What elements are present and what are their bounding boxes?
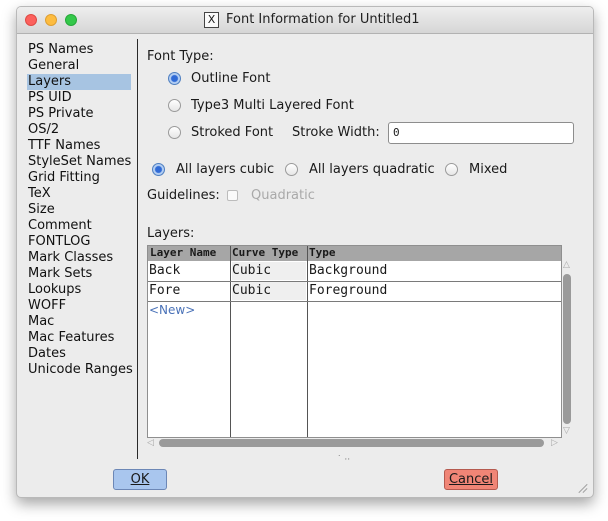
all-layers-cubic-label[interactable]: All layers cubic [176,162,274,177]
mixed-radio[interactable] [445,163,458,176]
sidebar-item-comment[interactable]: Comment [27,218,131,234]
sidebar-item-mark-sets[interactable]: Mark Sets [27,266,131,282]
sidebar-item-os2[interactable]: OS/2 [27,122,131,138]
sidebar-item-lookups[interactable]: Lookups [27,282,131,298]
all-layers-quadratic-radio[interactable] [285,163,298,176]
sidebar-item-styleset-names[interactable]: StyleSet Names [27,154,131,170]
layers-table-header: Layer Name Curve Type Type [148,246,561,261]
layer-name-cell[interactable]: Fore [149,282,180,300]
curve-type-cell[interactable]: Cubic [232,262,306,280]
layer-type-cell[interactable]: Foreground [309,282,387,300]
stroke-width-input[interactable]: 0 [388,122,574,144]
sidebar-item-unicode-ranges[interactable]: Unicode Ranges [27,362,133,378]
curve-type-cell[interactable]: Cubic [232,282,306,300]
vertical-scroll-thumb[interactable] [563,274,571,424]
guidelines-label: Guidelines: [147,188,220,203]
sidebar-item-ps-private[interactable]: PS Private [27,106,131,122]
close-window-button[interactable] [25,14,37,26]
layers-horizontal-scrollbar[interactable]: ◁ ▷ [147,437,560,449]
horizontal-scroll-thumb[interactable] [159,439,544,447]
layers-table: Layer Name Curve Type Type Back Cubic Ba… [147,245,562,438]
stroked-font-label[interactable]: Stroked Font [191,125,273,140]
sidebar-item-dates[interactable]: Dates [27,346,131,362]
sidebar-item-mac-features[interactable]: Mac Features [27,330,131,346]
outline-font-label[interactable]: Outline Font [191,71,270,86]
resize-dots: ˙ ·· [337,455,351,465]
scroll-left-arrow-icon[interactable]: ◁ [147,438,154,448]
resize-grip-icon[interactable] [577,482,589,494]
sidebar-item-fontlog[interactable]: FONTLOG [27,234,131,250]
guidelines-quadratic-checkbox[interactable] [227,190,238,201]
zoom-window-button[interactable] [65,14,77,26]
column-divider [230,246,231,437]
ok-button[interactable]: OK [113,469,167,490]
stroke-width-label: Stroke Width: [292,125,380,140]
layers-label: Layers: [147,226,195,241]
x11-app-icon: X [204,12,219,28]
sidebar-item-layers[interactable]: Layers [27,74,131,90]
layers-vertical-scrollbar[interactable]: △ ▽ [560,260,574,436]
sidebar-item-tex[interactable]: TeX [27,186,131,202]
title-bar: X Font Information for Untitled1 [17,7,593,34]
layer-type-cell[interactable]: Background [309,262,387,280]
type3-font-label[interactable]: Type3 Multi Layered Font [191,98,354,113]
new-layer-link[interactable]: <New> [149,303,195,317]
sidebar-item-mac[interactable]: Mac [27,314,131,330]
sidebar-item-woff[interactable]: WOFF [27,298,131,314]
all-layers-quadratic-label[interactable]: All layers quadratic [309,162,435,177]
outline-font-radio[interactable] [168,72,181,85]
guidelines-quadratic-label[interactable]: Quadratic [251,188,315,203]
all-layers-cubic-radio[interactable] [152,163,165,176]
scroll-down-arrow-icon[interactable]: ▽ [563,426,570,436]
window-title: Font Information for Untitled1 [226,12,420,27]
type3-font-radio[interactable] [168,99,181,112]
sidebar-nav: PS Names General Layers PS UID PS Privat… [27,42,133,378]
column-header-type[interactable]: Type [309,246,336,262]
layer-name-cell[interactable]: Back [149,262,180,280]
sidebar-item-ttf-names[interactable]: TTF Names [27,138,131,154]
sidebar-item-size[interactable]: Size [27,202,131,218]
sidebar-item-grid-fitting[interactable]: Grid Fitting [27,170,131,186]
minimize-window-button[interactable] [45,14,57,26]
sidebar-divider [137,39,138,459]
scroll-right-arrow-icon[interactable]: ▷ [551,438,558,448]
font-type-label: Font Type: [147,49,214,64]
sidebar-item-mark-classes[interactable]: Mark Classes [27,250,131,266]
column-divider [307,246,308,437]
sidebar-item-general[interactable]: General [27,58,131,74]
sidebar-item-ps-uid[interactable]: PS UID [27,90,131,106]
font-info-window: X Font Information for Untitled1 PS Name… [16,6,594,498]
scroll-up-arrow-icon[interactable]: △ [563,260,570,270]
column-header-curve-type[interactable]: Curve Type [232,246,298,262]
column-header-layer-name[interactable]: Layer Name [150,246,216,262]
stroked-font-radio[interactable] [168,126,181,139]
row-divider [148,301,561,302]
mixed-label[interactable]: Mixed [469,162,507,177]
sidebar-item-ps-names[interactable]: PS Names [27,42,131,58]
cancel-button[interactable]: Cancel [444,469,498,490]
